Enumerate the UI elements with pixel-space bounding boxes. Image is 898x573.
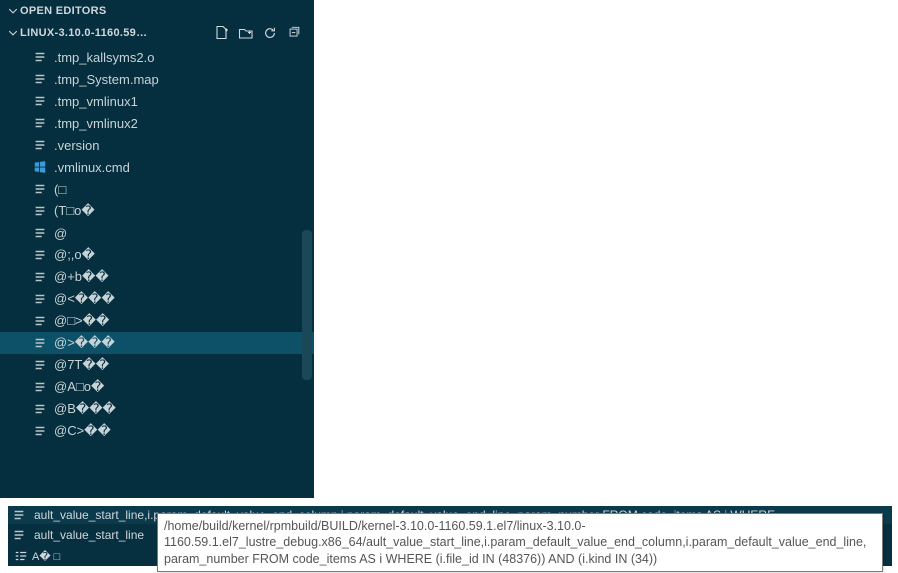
file-tree-item[interactable]: .tmp_System.map: [0, 68, 314, 90]
outline-icon: [14, 549, 28, 563]
file-icon: [32, 181, 48, 197]
file-name-label: @<���: [54, 291, 115, 307]
file-tree-item[interactable]: @: [0, 222, 314, 244]
file-icon: [32, 291, 48, 307]
file-name-label: @+b��: [54, 269, 109, 285]
file-name-label: .version: [54, 138, 100, 153]
file-tree-item[interactable]: .tmp_vmlinux1: [0, 90, 314, 112]
file-tree-item[interactable]: @A□o�: [0, 376, 314, 398]
file-name-label: @B���: [54, 401, 116, 417]
file-icon: [32, 93, 48, 109]
file-icon: [32, 313, 48, 329]
file-icon: [12, 527, 28, 543]
outline-label: A� □: [32, 550, 60, 563]
file-name-label: .tmp_vmlinux1: [54, 94, 138, 109]
file-icon: [32, 379, 48, 395]
file-name-label: @C>��: [54, 423, 111, 439]
workspace-folder-label: LINUX-3.10.0-1160.59.1....: [20, 27, 150, 39]
explorer-actions: [214, 25, 308, 41]
file-name-label: @: [54, 226, 67, 241]
file-icon: [32, 423, 48, 439]
open-editors-label: OPEN EDITORS: [20, 5, 107, 17]
file-name-label: .tmp_kallsyms2.o: [54, 50, 154, 65]
file-name-label: .tmp_vmlinux2: [54, 116, 138, 131]
hover-tooltip: /home/build/kernel/rpmbuild/BUILD/kernel…: [157, 513, 883, 572]
chevron-down-icon: [6, 6, 20, 16]
file-tree-item[interactable]: .version: [0, 134, 314, 156]
file-tree-item[interactable]: .vmlinux.cmd: [0, 156, 314, 178]
refresh-icon[interactable]: [262, 25, 278, 41]
file-name-label: (□: [54, 182, 66, 197]
open-editors-header[interactable]: OPEN EDITORS: [0, 0, 314, 22]
file-tree-item[interactable]: @+b��: [0, 266, 314, 288]
chevron-down-icon: [6, 28, 20, 38]
file-name-label: (T□o�: [54, 203, 95, 219]
new-folder-icon[interactable]: [238, 25, 254, 41]
file-name-label: .tmp_System.map: [54, 72, 159, 87]
file-tree-item[interactable]: @<���: [0, 288, 314, 310]
file-icon: [32, 203, 48, 219]
file-icon: [32, 137, 48, 153]
file-tree-item[interactable]: (T□o�: [0, 200, 314, 222]
file-tree-item[interactable]: @B���: [0, 398, 314, 420]
workspace-folder-header[interactable]: LINUX-3.10.0-1160.59.1....: [0, 22, 314, 44]
open-editor-label: ault_value_start_line: [34, 528, 144, 542]
file-tree-item[interactable]: @;,o�: [0, 244, 314, 266]
file-name-label: @7T��: [54, 357, 109, 373]
file-tree-item[interactable]: .tmp_vmlinux2: [0, 112, 314, 134]
file-icon: [32, 269, 48, 285]
file-tree-item[interactable]: (□: [0, 178, 314, 200]
file-name-label: @>���: [54, 335, 115, 351]
file-tree-item[interactable]: .tmp_kallsyms2.o: [0, 46, 314, 68]
file-icon: [12, 507, 28, 523]
file-icon: [32, 335, 48, 351]
file-tree-item[interactable]: @C>��: [0, 420, 314, 442]
tooltip-text: /home/build/kernel/rpmbuild/BUILD/kernel…: [164, 519, 866, 566]
file-icon: [32, 401, 48, 417]
file-icon: [32, 225, 48, 241]
new-file-icon[interactable]: [214, 25, 230, 41]
file-tree-item[interactable]: @>���: [0, 332, 314, 354]
file-name-label: @A□o�: [54, 379, 104, 395]
file-icon: [32, 247, 48, 263]
collapse-all-icon[interactable]: [286, 25, 302, 41]
file-tree-item[interactable]: @7T��: [0, 354, 314, 376]
file-name-label: @;,o�: [54, 247, 95, 263]
file-name-label: @□>��: [54, 313, 109, 329]
file-explorer-sidebar: OPEN EDITORS LINUX-3.10.0-1160.59.1.... …: [0, 0, 314, 498]
file-icon: [32, 49, 48, 65]
scrollbar-thumb[interactable]: [302, 230, 312, 380]
file-tree: .tmp_kallsyms2.o .tmp_System.map .tmp_vmli…: [0, 44, 314, 442]
file-icon: [32, 357, 48, 373]
file-tree-item[interactable]: @□>��: [0, 310, 314, 332]
file-icon: [32, 71, 48, 87]
file-name-label: .vmlinux.cmd: [54, 160, 130, 175]
windows-file-icon: [32, 159, 48, 175]
file-icon: [32, 115, 48, 131]
